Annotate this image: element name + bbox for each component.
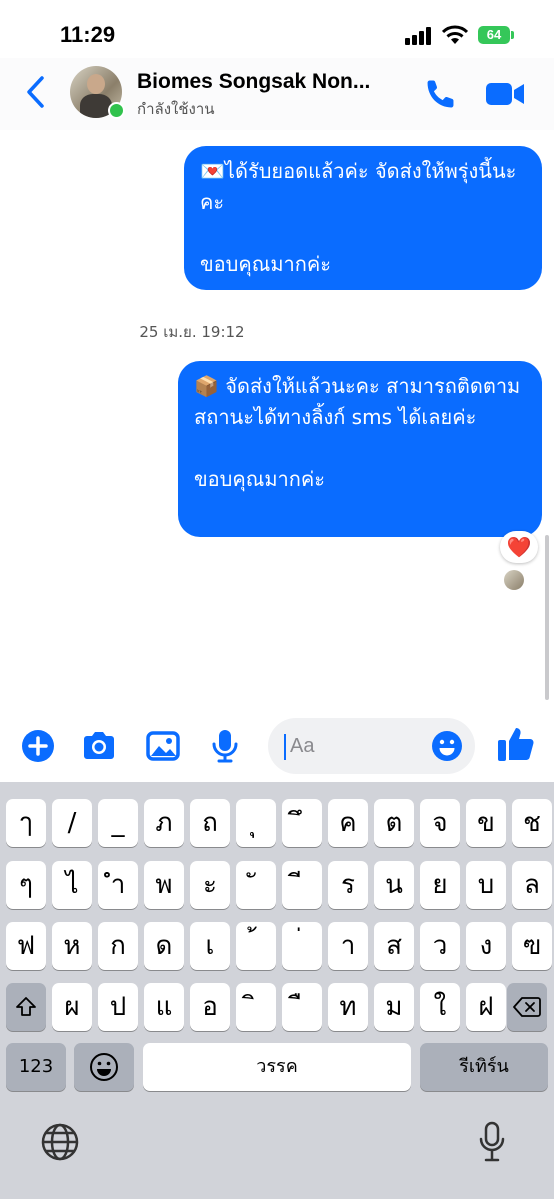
shift-key[interactable] (6, 983, 46, 1031)
keyboard-key[interactable]: ไ (52, 861, 92, 909)
keyboard-key[interactable]: ภ (144, 799, 184, 847)
status-time: 11:29 (60, 22, 116, 47)
delete-icon (513, 997, 541, 1017)
keyboard-key[interactable]: ผ (52, 983, 92, 1031)
return-key[interactable]: รีเทิร์น (420, 1043, 548, 1091)
keyboard-key[interactable]: ก (98, 922, 138, 970)
gallery-icon[interactable] (145, 728, 181, 764)
keyboard-key[interactable]: ย (420, 861, 460, 909)
keyboard-key[interactable]: _ (98, 799, 138, 847)
keyboard-key[interactable]: แ (144, 983, 184, 1031)
dictation-microphone-icon[interactable] (478, 1120, 506, 1164)
keyboard-key[interactable]: ล (512, 861, 552, 909)
keyboard: ๅ/_ภถุึคตจขช ๆไำพะัีรนยบล ฟหกดเ้่าสวงฃ ผ… (0, 782, 554, 1199)
keyboard-key[interactable]: ื (282, 983, 322, 1031)
message-input[interactable]: Aa (268, 718, 475, 774)
camera-icon[interactable] (81, 728, 117, 764)
keyboard-key[interactable]: ฝ (466, 983, 506, 1031)
keyboard-key[interactable]: ส (374, 922, 414, 970)
scrollbar[interactable] (545, 535, 549, 700)
keyboard-key[interactable]: ใ (420, 983, 460, 1031)
keyboard-key[interactable]: / (52, 799, 92, 847)
video-call-icon[interactable] (485, 80, 525, 108)
keyboard-key[interactable]: ๆ (6, 861, 46, 909)
keyboard-key[interactable]: บ (466, 861, 506, 909)
back-chevron-icon[interactable] (24, 75, 48, 109)
keyboard-key[interactable]: ป (98, 983, 138, 1031)
keyboard-key[interactable]: ร (328, 861, 368, 909)
keyboard-key[interactable]: น (374, 861, 414, 909)
keyboard-key[interactable]: ึ (282, 799, 322, 847)
signal-icon (405, 27, 435, 45)
globe-icon[interactable] (40, 1122, 80, 1162)
emoji-icon[interactable] (431, 730, 463, 762)
keyboard-key[interactable]: า (328, 922, 368, 970)
keyboard-key[interactable]: ด (144, 922, 184, 970)
keyboard-key[interactable]: ช (512, 799, 552, 847)
active-status: กำลังใช้งาน (137, 100, 215, 118)
message-bubble-outgoing[interactable]: 💌ได้รับยอดแล้วค่ะ จัดส่งให้พรุ่งนี้นะคะ … (184, 146, 542, 290)
keyboard-key[interactable]: ะ (190, 861, 230, 909)
message-input-placeholder: Aa (290, 735, 315, 757)
keyboard-key[interactable]: ่ (282, 922, 322, 970)
keyboard-key[interactable]: ง (466, 922, 506, 970)
keyboard-key[interactable]: ิ (236, 983, 276, 1031)
battery-indicator: 64 (478, 26, 510, 44)
thumbs-up-icon[interactable] (496, 724, 536, 764)
keyboard-key[interactable]: เ (190, 922, 230, 970)
keyboard-key[interactable]: ๅ (6, 799, 46, 847)
chat-header: Biomes Songsak Non... กำลังใช้งาน (0, 58, 554, 130)
message-timestamp: 25 เม.ย. 19:12 (139, 323, 245, 341)
keyboard-key[interactable]: ำ (98, 861, 138, 909)
keyboard-key[interactable]: ม (374, 983, 414, 1031)
keyboard-key[interactable]: ั (236, 861, 276, 909)
emoji-key[interactable] (74, 1043, 134, 1091)
backspace-key[interactable] (507, 983, 547, 1031)
keyboard-key[interactable]: ท (328, 983, 368, 1031)
numbers-key[interactable]: 123 (6, 1043, 66, 1091)
keyboard-key[interactable]: ข (466, 799, 506, 847)
keyboard-key[interactable]: อ (190, 983, 230, 1031)
shift-arrow-icon (16, 997, 36, 1016)
message-bubble-outgoing[interactable]: 📦 จัดส่งให้แล้วนะคะ สามารถติดตามสถานะได้… (178, 361, 542, 537)
online-status-dot (108, 102, 125, 119)
phone-icon[interactable] (424, 77, 458, 111)
keyboard-key[interactable]: ้ (236, 922, 276, 970)
wifi-icon (442, 25, 468, 44)
keyboard-key[interactable]: ต (374, 799, 414, 847)
contact-name[interactable]: Biomes Songsak Non... (137, 70, 412, 94)
keyboard-key[interactable]: ุ (236, 799, 276, 847)
keyboard-key[interactable]: ถ (190, 799, 230, 847)
seen-avatar (504, 570, 524, 590)
keyboard-key[interactable]: ฃ (512, 922, 552, 970)
emoji-keyboard-icon (90, 1053, 118, 1081)
heart-reaction[interactable]: ❤️ (500, 531, 538, 563)
message-composer: Aa (0, 712, 554, 782)
text-caret (284, 734, 286, 760)
keyboard-key[interactable]: ี (282, 861, 322, 909)
keyboard-key[interactable]: ค (328, 799, 368, 847)
space-key[interactable]: วรรค (143, 1043, 411, 1091)
battery-nub (511, 31, 514, 39)
keyboard-key[interactable]: ฟ (6, 922, 46, 970)
keyboard-key[interactable]: พ (144, 861, 184, 909)
keyboard-key[interactable]: ห (52, 922, 92, 970)
microphone-icon[interactable] (207, 728, 243, 764)
plus-icon[interactable] (20, 728, 56, 764)
keyboard-key[interactable]: จ (420, 799, 460, 847)
keyboard-key[interactable]: ว (420, 922, 460, 970)
